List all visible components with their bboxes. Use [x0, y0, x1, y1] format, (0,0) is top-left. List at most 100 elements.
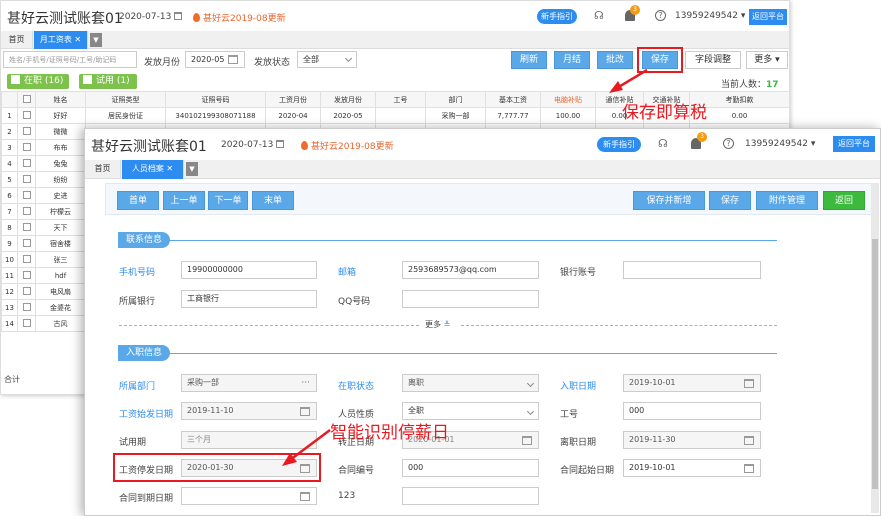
pay-status-select[interactable]: 全部: [297, 51, 357, 68]
table-cell[interactable]: 柠檬云: [35, 203, 86, 220]
help-icon[interactable]: ?: [655, 10, 666, 21]
help-icon[interactable]: ?: [723, 138, 734, 149]
row-checkbox[interactable]: [17, 251, 36, 268]
row-checkbox[interactable]: [17, 203, 36, 220]
search-input[interactable]: 姓名/手机号/证照号码/工号/助记码: [3, 51, 137, 68]
back-platform-button[interactable]: 返回平台: [749, 9, 787, 25]
row-checkbox[interactable]: [17, 171, 36, 188]
month-select[interactable]: 2020-05: [185, 51, 245, 68]
field-adjust-button[interactable]: 字段调整: [685, 51, 741, 69]
table-cell[interactable]: 采购一部: [425, 107, 486, 124]
headset-icon[interactable]: ☊: [658, 138, 668, 149]
table-cell[interactable]: 2020-05: [320, 107, 376, 124]
close-icon[interactable]: ✕: [166, 164, 173, 173]
row-checkbox[interactable]: [17, 219, 36, 236]
join-date-field[interactable]: 2019-10-01: [623, 374, 761, 392]
last-record-button[interactable]: 末单: [252, 191, 294, 210]
table-cell[interactable]: 居民身份证: [85, 107, 166, 124]
table-cell[interactable]: [375, 107, 426, 124]
front-update-link[interactable]: 甚好云2019-08更新: [301, 139, 394, 152]
col-header[interactable]: 工资月份: [265, 91, 321, 108]
row-checkbox[interactable]: [17, 315, 36, 332]
back-guide-button[interactable]: 新手指引: [537, 9, 577, 24]
table-cell[interactable]: 好好: [35, 107, 86, 124]
table-cell[interactable]: hdf: [35, 267, 86, 284]
row-checkbox[interactable]: [17, 235, 36, 252]
attachments-button[interactable]: 附件管理: [756, 191, 818, 210]
tab-home[interactable]: 首页: [85, 160, 121, 179]
contract-end-field[interactable]: [181, 487, 317, 505]
email-field[interactable]: 2593689573@qq.com: [402, 261, 539, 279]
col-header[interactable]: 工号: [375, 91, 426, 108]
table-cell[interactable]: 100.00: [540, 107, 596, 124]
table-cell[interactable]: 电风扇: [35, 283, 86, 300]
next-record-button[interactable]: 下一单: [208, 191, 248, 210]
refresh-button[interactable]: 刷新: [511, 51, 547, 69]
table-cell[interactable]: 布布: [35, 139, 86, 156]
col-header[interactable]: 证照类型: [85, 91, 166, 108]
tab-more-button[interactable]: ▼: [90, 33, 102, 47]
row-checkbox[interactable]: [17, 123, 36, 140]
tab-monthly-salary[interactable]: 月工资表 ✕: [34, 31, 88, 49]
front-date[interactable]: 2020-07-13: [221, 140, 285, 150]
employee-no-field[interactable]: 000: [623, 402, 761, 420]
row-checkbox[interactable]: [17, 155, 36, 172]
custom-field[interactable]: [402, 487, 539, 505]
tab-personnel[interactable]: 人员档案 ✕: [122, 160, 184, 179]
table-cell[interactable]: 史进: [35, 187, 86, 204]
table-cell[interactable]: 340102199308071188: [165, 107, 266, 124]
close-icon[interactable]: ✕: [74, 35, 81, 44]
table-cell[interactable]: 2020-04: [265, 107, 321, 124]
tab-home[interactable]: 首页: [1, 31, 33, 49]
col-header[interactable]: 电脑补贴: [540, 91, 596, 108]
table-cell[interactable]: 宿舍楼: [35, 235, 86, 252]
headset-icon[interactable]: ☊: [594, 10, 604, 21]
col-header[interactable]: 证照号码: [165, 91, 266, 108]
col-header[interactable]: 部门: [425, 91, 486, 108]
bank-field[interactable]: 工商银行: [181, 290, 317, 308]
row-checkbox[interactable]: [17, 187, 36, 204]
save-and-new-button[interactable]: 保存并新增: [633, 191, 705, 210]
table-cell[interactable]: 7,777.77: [485, 107, 541, 124]
select-all-checkbox[interactable]: [17, 91, 36, 108]
row-checkbox[interactable]: [17, 267, 36, 284]
bank-account-field[interactable]: [623, 261, 761, 279]
front-phone[interactable]: 13959249542 ▾: [745, 139, 815, 149]
back-update-link[interactable]: 甚好云2019-08更新: [193, 11, 286, 24]
pay-start-field[interactable]: 2019-11-10: [181, 402, 317, 420]
contract-start-field[interactable]: 2019-10-01: [623, 459, 761, 477]
table-cell[interactable]: 天下: [35, 219, 86, 236]
tab-more-button[interactable]: ▼: [186, 162, 198, 176]
qq-field[interactable]: [402, 290, 539, 308]
filter-active[interactable]: 在职 (16): [7, 74, 69, 89]
mobile-field[interactable]: 19900000000: [181, 261, 317, 279]
table-cell[interactable]: 纷纷: [35, 171, 86, 188]
dept-field[interactable]: 采购一部 ···: [181, 374, 317, 392]
filter-trial[interactable]: 试用 (1): [79, 74, 137, 89]
table-cell[interactable]: 微微: [35, 123, 86, 140]
employment-status-select[interactable]: 离职: [402, 374, 539, 392]
row-checkbox[interactable]: [17, 299, 36, 316]
prev-record-button[interactable]: 上一单: [163, 191, 205, 210]
row-checkbox[interactable]: [17, 283, 36, 300]
front-guide-button[interactable]: 新手指引: [597, 137, 641, 152]
front-platform-button[interactable]: 返回平台: [833, 136, 875, 152]
month-close-button[interactable]: 月结: [554, 51, 590, 69]
col-header[interactable]: 发放月份: [320, 91, 376, 108]
save-button[interactable]: 保存: [709, 191, 751, 210]
more-toggle[interactable]: 更多 ≚: [425, 319, 450, 330]
back-phone[interactable]: 13959249542 ▾: [675, 11, 745, 21]
table-cell[interactable]: 张三: [35, 251, 86, 268]
first-record-button[interactable]: 首单: [117, 191, 159, 210]
row-checkbox[interactable]: [17, 107, 36, 124]
back-button[interactable]: 返回: [823, 191, 865, 210]
table-cell[interactable]: 金婆花: [35, 299, 86, 316]
back-date[interactable]: 2020-07-13: [119, 12, 183, 22]
col-header[interactable]: 基本工资: [485, 91, 541, 108]
row-checkbox[interactable]: [17, 139, 36, 156]
more-button[interactable]: 更多 ▾: [746, 51, 788, 69]
col-header[interactable]: 姓名: [35, 91, 86, 108]
leave-date-field[interactable]: 2019-11-30: [623, 431, 761, 449]
contract-no-field[interactable]: 000: [402, 459, 539, 477]
table-cell[interactable]: 古风: [35, 315, 86, 332]
